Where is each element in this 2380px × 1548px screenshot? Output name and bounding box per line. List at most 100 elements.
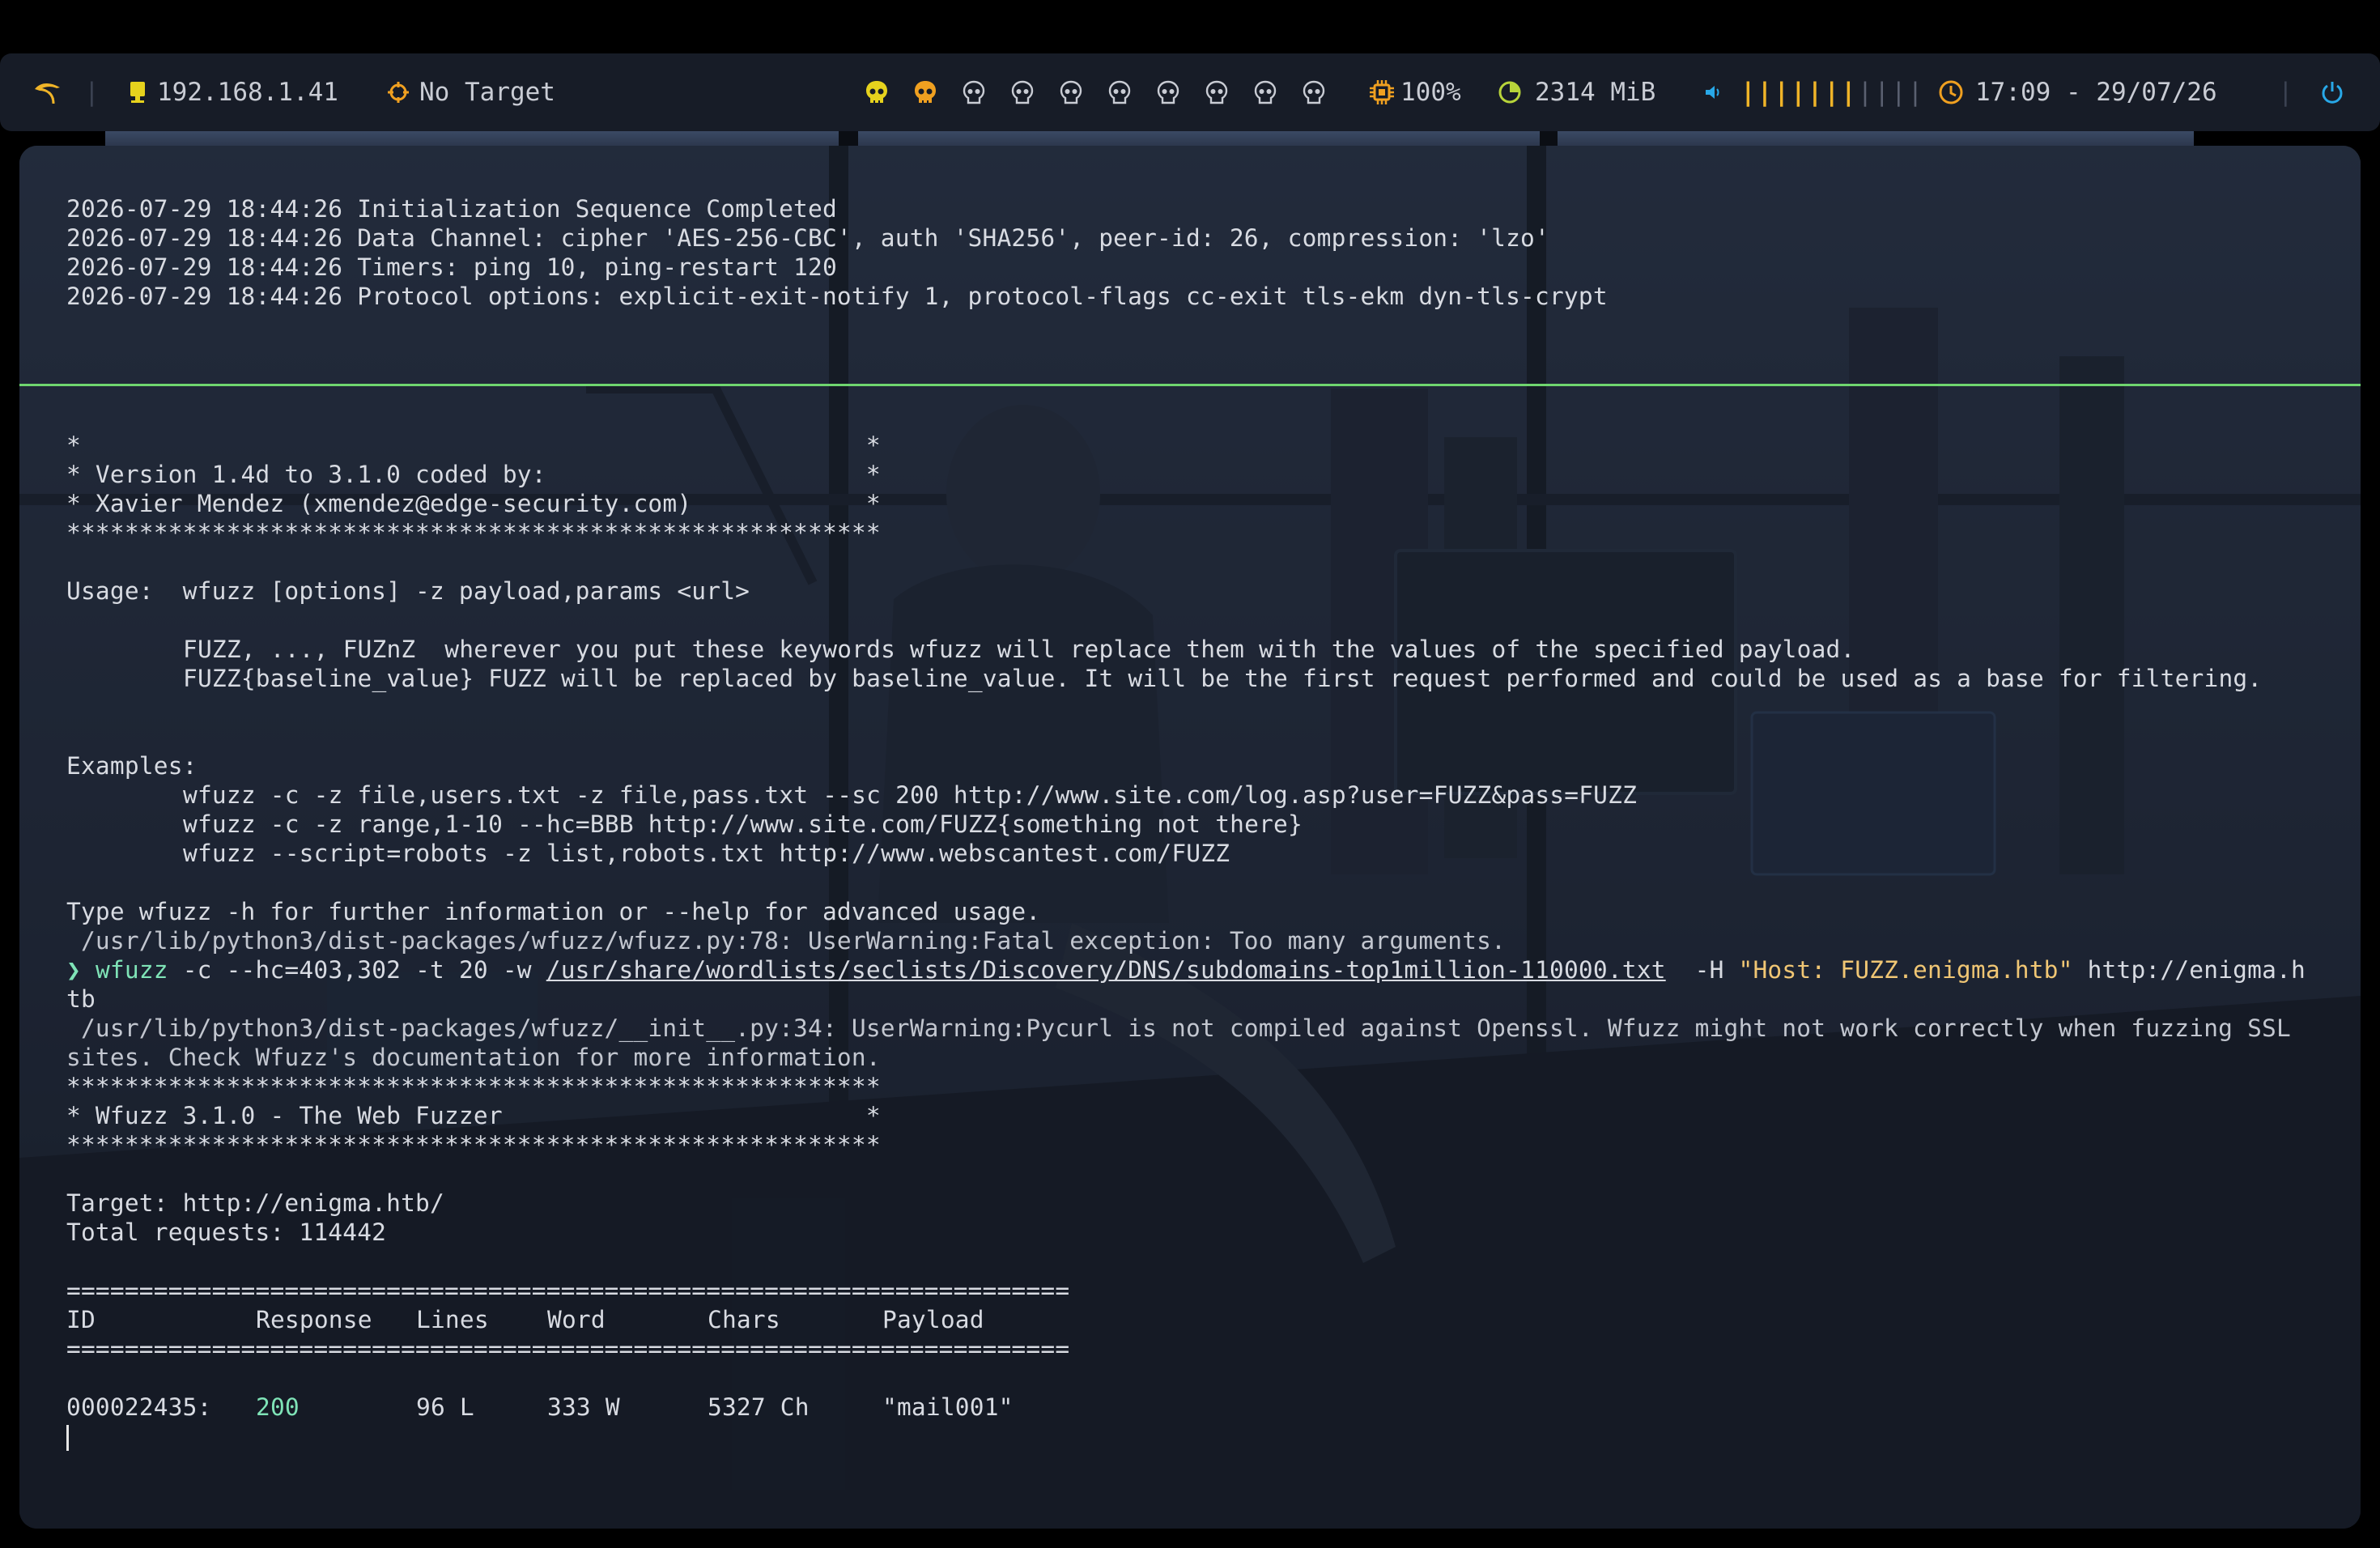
- volume-level-on: |||||||: [1740, 78, 1858, 107]
- table-rule: ========================================…: [66, 1277, 1070, 1304]
- power-icon: [2320, 80, 2344, 104]
- divider: |: [2278, 78, 2293, 107]
- cpu-icon: [1368, 79, 1396, 106]
- banner-line: * Version 1.4d to 3.1.0 coded by: *: [66, 461, 881, 488]
- workspace-4-skull-icon[interactable]: [1010, 79, 1035, 107]
- target-line: Target: http://enigma.htb/: [66, 1189, 444, 1217]
- workspace-8-skull-icon[interactable]: [1205, 79, 1229, 107]
- workspace-1-skull-icon[interactable]: [865, 79, 889, 107]
- examples-label: Examples:: [66, 752, 198, 780]
- desktop: | 192.168.1.41 No Target 100% 2314 MiB |…: [0, 0, 2380, 1548]
- workspace-9-skull-icon[interactable]: [1253, 79, 1277, 107]
- log-line: 2026-07-29 18:44:26 Protocol options: ex…: [66, 283, 1608, 310]
- workspace-5-skull-icon[interactable]: [1059, 79, 1083, 107]
- column-lines: Lines: [416, 1306, 489, 1333]
- column-payload: Payload: [882, 1306, 984, 1333]
- log-line: 2026-07-29 18:44:26 Timers: ping 10, pin…: [66, 253, 837, 281]
- clock-text: 17:09 - 29/07/26: [1975, 78, 2217, 107]
- terminal-window[interactable]: 2026-07-29 18:44:26 Initialization Seque…: [19, 146, 2361, 1529]
- total-requests-line: Total requests: 114442: [66, 1218, 387, 1246]
- kali-menu-button[interactable]: [32, 53, 65, 131]
- wordlist-path: /usr/share/wordlists/seclists/Discovery/…: [546, 956, 1666, 984]
- usage-desc-line: FUZZ{baseline_value} FUZZ will be replac…: [183, 665, 2263, 692]
- target-widget[interactable]: No Target: [387, 53, 555, 131]
- cpu-usage: 100%: [1400, 78, 1461, 107]
- command-name: wfuzz: [95, 956, 168, 984]
- terminal-pane-top[interactable]: 2026-07-29 18:44:26 Initialization Seque…: [66, 194, 2328, 311]
- banner-line: * *: [66, 432, 881, 459]
- command-line-wrap: tb: [66, 985, 96, 1013]
- result-word: 333 W: [547, 1393, 620, 1421]
- warning-line: /usr/lib/python3/dist-packages/wfuzz/__i…: [66, 1014, 2291, 1042]
- result-lines: 96 L: [416, 1393, 474, 1421]
- banner-line: ****************************************…: [66, 1131, 881, 1159]
- command-line: ❯ wfuzz -c --hc=403,302 -t 20 -w /usr/sh…: [66, 955, 2328, 985]
- column-word: Word: [547, 1306, 606, 1333]
- status-bar: | 192.168.1.41 No Target 100% 2314 MiB |…: [0, 53, 2380, 131]
- header-value: "Host: FUZZ.enigma.htb": [1738, 956, 2073, 984]
- ip-address: 192.168.1.41: [157, 78, 338, 107]
- usage-line: Usage: wfuzz [options] -z payload,params…: [66, 577, 750, 605]
- workspace-7-skull-icon[interactable]: [1156, 79, 1180, 107]
- result-payload: "mail001": [882, 1393, 1014, 1421]
- clock-icon: [1938, 79, 1964, 105]
- memory-icon: [1498, 80, 1522, 104]
- workspace-2-skull-icon[interactable]: [913, 79, 937, 107]
- warning-line: /usr/lib/python3/dist-packages/wfuzz/wfu…: [66, 927, 1507, 955]
- result-response: 200: [256, 1393, 300, 1421]
- command-args: -c --hc=403,302 -t 20 -w: [168, 956, 546, 984]
- usage-desc-line: FUZZ, ..., FUZnZ wherever you put these …: [183, 636, 1855, 663]
- prompt-symbol: ❯: [66, 956, 81, 984]
- column-chars: Chars: [708, 1306, 780, 1333]
- clock-widget[interactable]: 17:09 - 29/07/26: [1938, 53, 2217, 131]
- help-line: Type wfuzz -h for further information or…: [66, 898, 1041, 925]
- cursor-line[interactable]: [66, 1422, 2328, 1451]
- volume-level-off: ||||: [1857, 78, 1925, 107]
- result-chars: 5327 Ch: [708, 1393, 810, 1421]
- target-label: No Target: [419, 78, 555, 107]
- banner-line: * Wfuzz 3.1.0 - The Web Fuzzer *: [66, 1102, 881, 1129]
- command-url: http://enigma.h: [2072, 956, 2306, 984]
- workspace-6-skull-icon[interactable]: [1107, 79, 1132, 107]
- cpu-widget[interactable]: 100%: [1368, 53, 1461, 131]
- text-cursor: [66, 1424, 69, 1451]
- speaker-icon: [1703, 83, 1723, 102]
- terminal-pane-bottom[interactable]: * * * Version 1.4d to 3.1.0 coded by: * …: [66, 431, 2328, 1451]
- volume-widget[interactable]: ||||||| ||||: [1703, 53, 1924, 131]
- column-id: ID: [66, 1306, 96, 1333]
- pane-divider[interactable]: [19, 384, 2361, 386]
- workspace-3-skull-icon[interactable]: [962, 79, 986, 107]
- monitor-icon: [128, 80, 147, 104]
- example-line: wfuzz -c -z range,1-10 --hc=BBB http://w…: [183, 810, 1303, 838]
- table-rule: ========================================…: [66, 1335, 1070, 1363]
- workspace-10-skull-icon[interactable]: [1302, 79, 1326, 107]
- result-row: 000022435: 200 96 L 333 W 5327 Ch "mail001": [66, 1393, 2328, 1422]
- banner-line: ****************************************…: [66, 1073, 881, 1100]
- example-line: wfuzz --script=robots -z list,robots.txt…: [183, 840, 1230, 867]
- column-response: Response: [256, 1306, 372, 1333]
- memory-usage: 2314 MiB: [1535, 78, 1656, 107]
- result-id: 000022435:: [66, 1393, 212, 1421]
- table-header: ID Response Lines Word Chars Payload: [66, 1305, 2328, 1334]
- log-line: 2026-07-29 18:44:26 Data Channel: cipher…: [66, 224, 1549, 252]
- warning-line: sites. Check Wfuzz's documentation for m…: [66, 1044, 881, 1071]
- crosshair-icon: [387, 81, 410, 104]
- banner-line: * Xavier Mendez (xmendez@edge-security.c…: [66, 490, 881, 517]
- kali-dragon-icon: [32, 79, 65, 105]
- header-flag: -H: [1665, 956, 1739, 984]
- power-button[interactable]: [2320, 53, 2344, 131]
- example-line: wfuzz -c -z file,users.txt -z file,pass.…: [183, 781, 1638, 809]
- divider: |: [84, 78, 100, 107]
- banner-line: ****************************************…: [66, 519, 881, 546]
- memory-widget[interactable]: 2314 MiB: [1498, 53, 1655, 131]
- ip-widget[interactable]: 192.168.1.41: [128, 53, 338, 131]
- log-line: 2026-07-29 18:44:26 Initialization Seque…: [66, 195, 837, 223]
